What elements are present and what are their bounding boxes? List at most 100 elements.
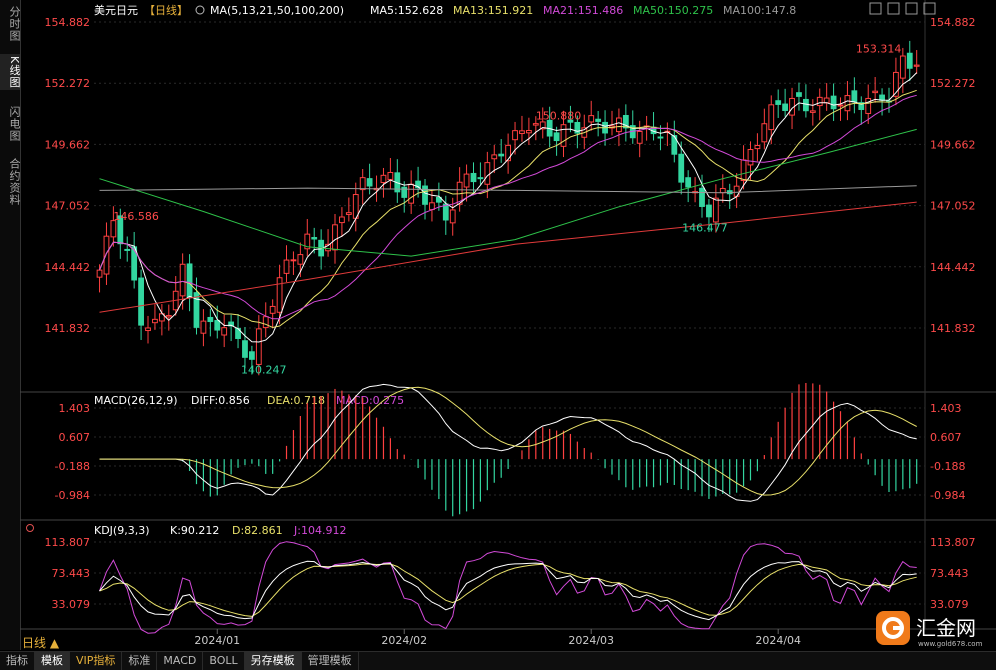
candle: [200, 320, 207, 334]
header-symbol: 美元日元: [94, 4, 138, 17]
candle: [145, 327, 151, 332]
candle: [255, 328, 262, 365]
bottom-tab-7[interactable]: 管理模板: [302, 652, 359, 670]
candle: [297, 254, 304, 265]
bottom-tab-0[interactable]: 指标: [0, 652, 35, 670]
header-ma21: MA21:151.486: [543, 4, 623, 17]
candle: [283, 259, 290, 274]
price-axis-right-label: 149.662: [930, 138, 976, 151]
bottom-tab-4[interactable]: MACD: [157, 652, 204, 670]
candle: [830, 95, 837, 110]
header-ma50: MA50:150.275: [633, 4, 713, 17]
candle: [837, 104, 844, 107]
macd-axis-left-label: -0.984: [55, 489, 90, 502]
left-tab-2[interactable]: 闪电图: [0, 104, 21, 144]
macd-axis-left-label: 1.403: [59, 402, 91, 415]
candle: [775, 100, 782, 105]
candle: [422, 185, 428, 205]
grid-icon[interactable]: [887, 2, 900, 15]
candle: [816, 96, 823, 107]
candle: [442, 203, 449, 221]
date-axis-label: 2024/01: [194, 634, 240, 647]
left-tab-0[interactable]: 分时图: [0, 4, 21, 44]
candle: [103, 235, 110, 275]
ma100-line: [99, 185, 917, 194]
candle: [96, 269, 103, 278]
kdj-settings-icon[interactable]: [26, 524, 34, 532]
candle: [616, 117, 622, 133]
candle: [193, 292, 200, 328]
candle: [262, 316, 269, 329]
candle: [899, 55, 906, 79]
bottom-tab-1[interactable]: 模板: [35, 652, 70, 670]
candle: [505, 144, 512, 162]
candle: [387, 171, 394, 180]
left-tab-1[interactable]: K线图: [0, 54, 21, 91]
price-axis-right-label: 144.442: [930, 261, 976, 274]
date-axis-label: 2024/04: [755, 634, 801, 647]
kdj-j: J:104.912: [293, 524, 346, 537]
candle: [380, 174, 387, 184]
annotation-low-1: 140.247: [241, 363, 287, 376]
candle: [165, 315, 172, 318]
candle: [408, 183, 415, 204]
candle: [913, 64, 920, 67]
candle: [560, 124, 567, 147]
candle: [706, 204, 712, 218]
expand-icon[interactable]: [869, 2, 882, 15]
left-tab-3[interactable]: 合约资料: [0, 156, 21, 208]
candle: [851, 90, 858, 103]
candle: [152, 318, 158, 324]
header-ma100: MA100:147.8: [723, 4, 796, 17]
candle: [248, 351, 255, 360]
candle: [124, 248, 131, 251]
candle: [768, 104, 775, 131]
close-icon[interactable]: [923, 2, 936, 15]
candle: [311, 237, 318, 240]
bottom-tab-3[interactable]: 标准: [122, 652, 158, 670]
date-axis-label: 2024/03: [568, 634, 614, 647]
kdj-j-line: [99, 541, 917, 634]
ma21-line: [99, 94, 917, 320]
candle: [269, 305, 276, 314]
candle: [740, 159, 747, 182]
candle: [685, 177, 692, 188]
kdj-k: K:90.212: [170, 524, 219, 537]
header-ma5: MA5:152.628: [370, 4, 443, 17]
candle: [636, 130, 643, 144]
kdj-axis-left-label: 33.079: [52, 598, 91, 611]
candle: [906, 52, 913, 69]
bottom-tab-2[interactable]: VIP指标: [70, 652, 123, 670]
candle: [463, 173, 470, 188]
candle: [484, 162, 491, 185]
chart-area[interactable]: 154.882 154.882 152.272 152.272 149.662 149.6…: [20, 0, 996, 650]
price-axis-right-label: 147.052: [930, 200, 976, 213]
ma200-line: [99, 201, 917, 313]
candle: [782, 103, 789, 111]
macd-value: MACD:0.275: [336, 394, 404, 407]
date-axis-label: 2024/02: [381, 634, 427, 647]
price-axis-right-label: 154.882: [930, 16, 976, 29]
candle: [138, 277, 144, 326]
price-axis-left-label: 141.832: [45, 322, 91, 335]
kdj-axis-right-label: 73.443: [930, 567, 969, 580]
candle: [290, 259, 297, 262]
macd-axis-right-label: 0.607: [930, 431, 962, 444]
candle: [844, 95, 851, 112]
candle: [872, 90, 879, 94]
price-axis-left-label: 147.052: [45, 200, 91, 213]
candle: [823, 97, 830, 104]
candle: [879, 94, 885, 101]
bottom-tab-5[interactable]: BOLL: [203, 652, 245, 670]
price-axis-right-label: 141.832: [930, 322, 976, 335]
gold678-logo: 汇金网 www.gold678.com: [876, 611, 983, 648]
candle: [179, 263, 186, 297]
lock-icon[interactable]: [195, 5, 205, 15]
candle: [761, 123, 768, 143]
macd-axis-left-label: -0.188: [55, 460, 90, 473]
period-selector[interactable]: 日线 ▲: [22, 634, 59, 651]
bottom-tab-6[interactable]: 另存模板: [244, 652, 302, 670]
split-icon[interactable]: [905, 2, 918, 15]
candle: [221, 327, 228, 336]
macd-axis-right-label: 1.403: [930, 402, 962, 415]
